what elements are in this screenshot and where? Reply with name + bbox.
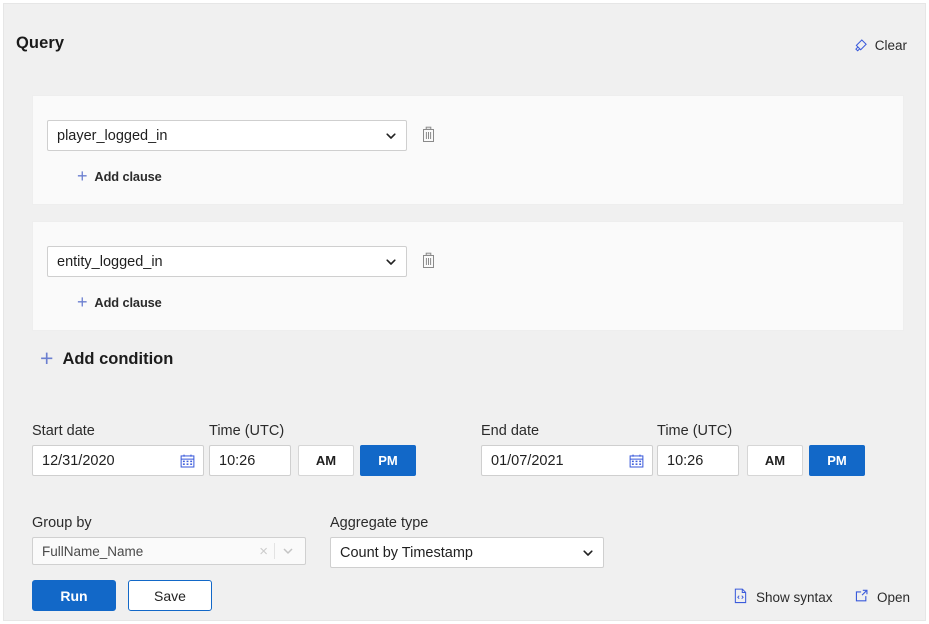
group-by-select[interactable]: FullName_Name ×	[32, 537, 306, 565]
end-date-input[interactable]: 01/07/2021	[481, 445, 653, 476]
chevron-down-icon	[385, 130, 397, 142]
group-by-value: FullName_Name	[42, 543, 144, 559]
condition-card: player_logged_in + Add clause	[32, 95, 904, 205]
start-time-label: Time (UTC)	[209, 423, 285, 439]
page-title: Query	[16, 34, 65, 52]
plus-icon: +	[77, 292, 88, 312]
clear-label: Clear	[874, 38, 907, 53]
end-time-label: Time (UTC)	[657, 423, 733, 439]
plus-icon: +	[40, 345, 54, 371]
start-pm-button[interactable]: PM	[360, 445, 416, 476]
end-pm-button[interactable]: PM	[809, 445, 865, 476]
plus-icon: +	[77, 166, 88, 186]
aggregate-type-value: Count by Timestamp	[340, 544, 473, 561]
clause-field-select[interactable]: entity_logged_in	[47, 246, 407, 277]
clause-row: player_logged_in	[47, 120, 438, 151]
calendar-icon[interactable]	[180, 453, 195, 468]
add-clause-label: Add clause	[94, 295, 162, 310]
open-button[interactable]: Open	[854, 588, 910, 606]
start-date-value: 12/31/2020	[42, 452, 115, 469]
code-file-icon	[733, 588, 748, 607]
show-syntax-button[interactable]: Show syntax	[733, 588, 833, 607]
end-am-button[interactable]: AM	[747, 445, 803, 476]
chevron-down-icon	[582, 547, 594, 559]
clause-field-value: entity_logged_in	[57, 253, 163, 270]
query-header: Query Clear	[4, 4, 925, 76]
add-clause-label: Add clause	[94, 169, 162, 184]
group-by-label: Group by	[32, 515, 92, 531]
delete-clause-button[interactable]	[419, 124, 438, 148]
clear-selection-icon[interactable]: ×	[253, 544, 274, 559]
query-panel: Query Clear player_logged_in + Add claus…	[3, 3, 926, 621]
start-time-value: 10:26	[219, 452, 256, 469]
condition-card: entity_logged_in + Add clause	[32, 221, 904, 331]
add-condition-label: Add condition	[62, 350, 174, 368]
eraser-icon	[853, 38, 868, 53]
clause-field-value: player_logged_in	[57, 127, 168, 144]
start-date-input[interactable]: 12/31/2020	[32, 445, 204, 476]
clause-field-select[interactable]: player_logged_in	[47, 120, 407, 151]
run-button[interactable]: Run	[32, 580, 116, 611]
end-time-input[interactable]: 10:26	[657, 445, 739, 476]
end-date-label: End date	[481, 423, 540, 439]
end-time-value: 10:26	[667, 452, 704, 469]
start-date-label: Start date	[32, 423, 95, 439]
save-button[interactable]: Save	[128, 580, 212, 611]
open-label: Open	[877, 589, 911, 605]
trash-icon	[421, 252, 436, 272]
chevron-down-icon	[385, 256, 397, 268]
clear-button[interactable]: Clear	[853, 38, 907, 53]
show-syntax-label: Show syntax	[756, 590, 833, 605]
add-clause-button[interactable]: + Add clause	[77, 292, 162, 312]
delete-clause-button[interactable]	[419, 250, 438, 274]
calendar-icon[interactable]	[629, 453, 644, 468]
add-condition-button[interactable]: + Add condition	[40, 345, 174, 371]
aggregate-type-select[interactable]: Count by Timestamp	[330, 537, 604, 568]
add-clause-button[interactable]: + Add clause	[77, 166, 162, 186]
start-time-input[interactable]: 10:26	[209, 445, 291, 476]
start-am-button[interactable]: AM	[298, 445, 354, 476]
end-date-value: 01/07/2021	[491, 452, 564, 469]
clause-row: entity_logged_in	[47, 246, 438, 277]
trash-icon	[421, 126, 436, 146]
chevron-down-icon[interactable]	[275, 545, 299, 557]
external-link-icon	[854, 588, 869, 606]
aggregate-type-label: Aggregate type	[330, 515, 429, 531]
